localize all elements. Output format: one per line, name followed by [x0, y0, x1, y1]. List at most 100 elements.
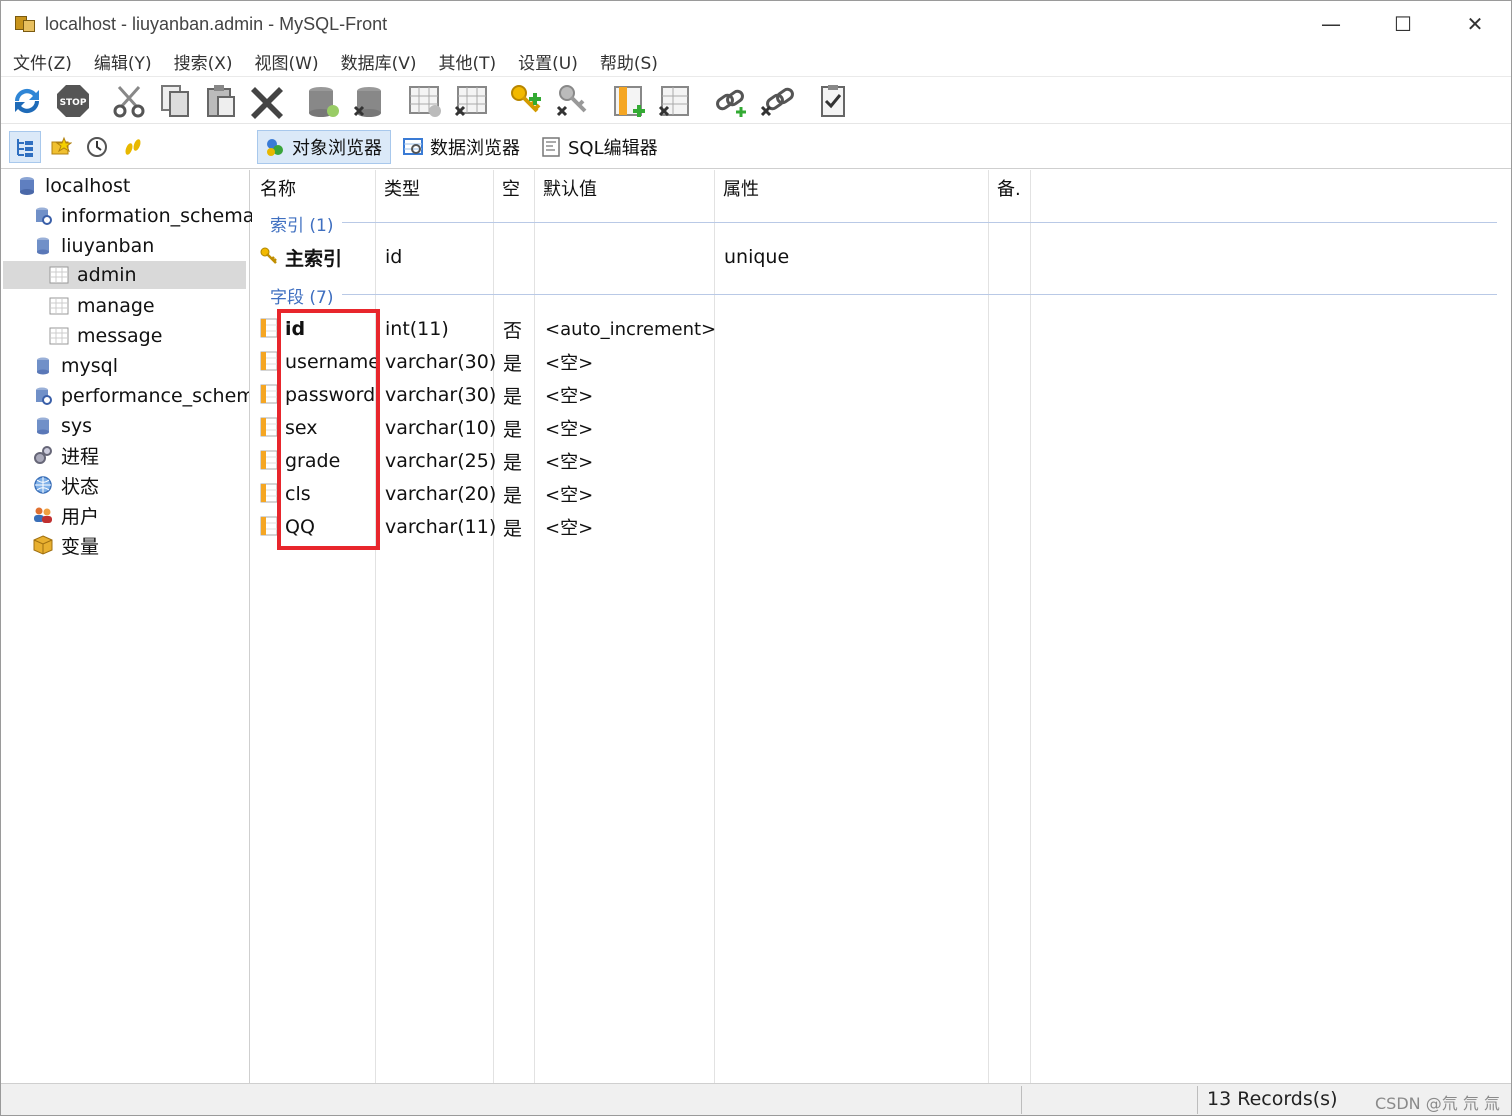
tree-item-message[interactable]: message	[49, 322, 162, 350]
tree-view-button[interactable]	[9, 130, 41, 163]
favorites-button[interactable]	[45, 131, 77, 163]
delete-database-icon	[353, 86, 381, 117]
add-database-button[interactable]	[303, 81, 343, 121]
delete-key-button[interactable]	[553, 81, 593, 121]
menu-edit[interactable]: 编辑(Y)	[94, 49, 152, 74]
tree-item-mysql[interactable]: mysql	[33, 352, 118, 380]
delete-icon	[251, 86, 283, 119]
main-toolbar: STOP	[1, 78, 1511, 124]
menu-view[interactable]: 视图(W)	[255, 49, 319, 74]
tree-item-processes[interactable]: 进程	[33, 441, 99, 469]
delete-field-icon	[658, 85, 689, 116]
paste-button[interactable]	[201, 81, 241, 121]
tree-item-sys[interactable]: sys	[33, 412, 92, 440]
index-attribute-cell: unique	[724, 246, 790, 268]
svg-text:STOP: STOP	[60, 98, 87, 108]
app-logo-icon	[15, 14, 37, 34]
tab-object-browser[interactable]: 对象浏览器	[257, 130, 391, 164]
copy-button[interactable]	[155, 81, 195, 121]
sql-history-button[interactable]	[117, 131, 149, 163]
tree-item-label: 变量	[61, 535, 100, 558]
add-link-button[interactable]	[711, 81, 751, 121]
menu-file[interactable]: 文件(Z)	[13, 49, 72, 74]
delete-field-button[interactable]	[655, 81, 695, 121]
tree-item-performance-schema[interactable]: performance_schema	[33, 382, 249, 410]
refresh-button[interactable]	[7, 81, 47, 121]
tree-item-localhost[interactable]: localhost	[17, 172, 130, 200]
footprints-icon	[125, 138, 141, 155]
field-icon	[260, 384, 278, 404]
add-database-icon	[309, 86, 339, 117]
tab-object-browser-label: 对象浏览器	[292, 138, 382, 159]
field-icon	[260, 318, 278, 338]
tree-item-label: 进程	[61, 445, 100, 468]
column-header-default[interactable]: 默认值	[535, 170, 714, 206]
add-field-button[interactable]	[609, 81, 649, 121]
column-header-name[interactable]: 名称	[252, 170, 375, 206]
mysql-front-window: localhost - liuyanban.admin - MySQL-Fron…	[0, 0, 1512, 1116]
add-table-icon	[409, 85, 441, 117]
delete-database-button[interactable]	[349, 81, 389, 121]
paste-icon	[207, 84, 235, 117]
delete-button[interactable]	[247, 81, 287, 121]
add-table-button[interactable]	[405, 81, 445, 121]
field-null-cell: 是	[503, 484, 523, 507]
cut-icon	[113, 85, 145, 117]
tree-item-variables[interactable]: 变量	[33, 531, 99, 559]
tree-item-status[interactable]: 状态	[33, 471, 99, 499]
menu-database[interactable]: 数据库(V)	[341, 49, 417, 74]
tree-item-label: information_schema	[61, 205, 255, 227]
column-header-attribute[interactable]: 属性	[715, 170, 988, 206]
database-tree: localhost information_schema liuyanban a…	[1, 170, 254, 1083]
group-label-fields[interactable]: 字段 (7)	[270, 283, 333, 308]
tree-item-users[interactable]: 用户	[33, 501, 99, 529]
tree-item-admin[interactable]: admin	[3, 261, 246, 289]
database-icon	[37, 237, 49, 255]
close-button[interactable]: ✕	[1439, 1, 1511, 47]
object-browser-icon	[267, 139, 283, 156]
field-default-cell: <auto_increment>	[545, 318, 717, 340]
field-type-cell: varchar(30)	[385, 351, 497, 373]
field-type-cell: varchar(20)	[385, 483, 497, 505]
maximize-button[interactable]: ☐	[1367, 1, 1439, 47]
copy-icon	[161, 84, 189, 117]
tree-item-label: mysql	[61, 355, 118, 377]
highlight-box	[277, 309, 380, 550]
field-type-cell: varchar(25)	[385, 450, 497, 472]
database-icon	[37, 417, 49, 435]
column-header-type[interactable]: 类型	[376, 170, 493, 206]
field-type-cell: varchar(30)	[385, 384, 497, 406]
cut-button[interactable]	[109, 81, 149, 121]
column-header-comment[interactable]: 备.	[989, 170, 1030, 206]
field-default-cell: <空>	[545, 386, 594, 407]
delete-link-button[interactable]	[757, 81, 797, 121]
history-button[interactable]	[81, 131, 113, 163]
tree-item-manage[interactable]: manage	[49, 292, 155, 320]
clock-icon	[87, 136, 107, 157]
menu-other[interactable]: 其他(T)	[438, 49, 496, 74]
stop-icon: STOP	[57, 84, 89, 117]
checklist-button[interactable]	[813, 81, 853, 121]
group-label-indexes[interactable]: 索引 (1)	[270, 211, 333, 236]
window-title: localhost - liuyanban.admin - MySQL-Fron…	[45, 13, 388, 34]
field-default-cell: <空>	[545, 419, 594, 440]
add-key-button[interactable]	[507, 81, 547, 121]
minimize-button[interactable]: —	[1295, 1, 1367, 47]
view-toolbar: 对象浏览器 数据浏览器 SQL编辑器	[1, 125, 1511, 169]
index-name-cell[interactable]: 主索引	[285, 242, 342, 272]
title-bar[interactable]: localhost - liuyanban.admin - MySQL-Fron…	[1, 1, 1511, 47]
menu-search[interactable]: 搜索(X)	[174, 49, 233, 74]
delete-table-button[interactable]	[451, 81, 491, 121]
status-bar: 13 Records(s) CSDN @氘 氘 氚	[1, 1083, 1511, 1115]
tree-item-liuyanban[interactable]: liuyanban	[33, 232, 154, 260]
tab-sql-editor-label: SQL编辑器	[568, 138, 658, 159]
column-header-null[interactable]: 空	[494, 170, 534, 206]
menu-help[interactable]: 帮助(S)	[600, 49, 658, 74]
menu-settings[interactable]: 设置(U)	[518, 49, 578, 74]
tab-data-browser[interactable]: 数据浏览器	[395, 130, 529, 164]
table-icon	[49, 266, 69, 284]
field-icon	[260, 417, 278, 437]
tab-sql-editor[interactable]: SQL编辑器	[533, 130, 667, 164]
stop-button[interactable]: STOP	[53, 81, 93, 121]
tree-item-information-schema[interactable]: information_schema	[33, 202, 254, 230]
